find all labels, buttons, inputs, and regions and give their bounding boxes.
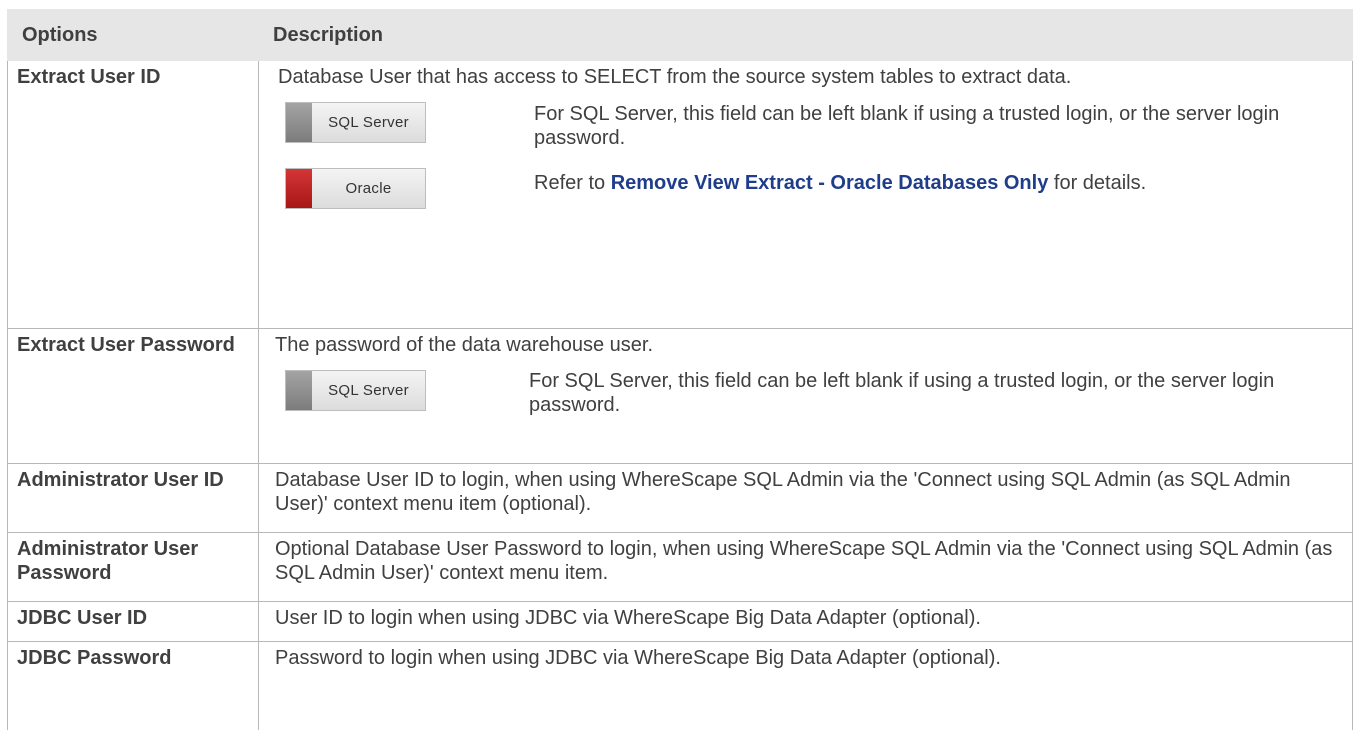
sql-server-note: SQL Server For SQL Server, this field ca… (278, 102, 1342, 168)
option-description: User ID to login when using JDBC via Whe… (259, 602, 1353, 642)
option-name: Administrator User ID (8, 464, 259, 533)
oracle-badge-icon: Oracle (285, 168, 426, 209)
oracle-reference-link[interactable]: Remove View Extract - Oracle Databases O… (611, 172, 1049, 194)
oracle-badge-label: Oracle (312, 169, 425, 208)
sql-server-note-text: For SQL Server, this field can be left b… (529, 369, 1309, 417)
oracle-swatch (286, 169, 312, 208)
option-description: The password of the data warehouse user. (275, 333, 1342, 357)
header-description: Description (259, 10, 1353, 61)
oracle-note-text: Refer to Remove View Extract - Oracle Da… (534, 171, 1314, 195)
table-row: Administrator User Password Optional Dat… (8, 533, 1353, 602)
sql-server-badge-label: SQL Server (312, 371, 425, 410)
option-name: Extract User ID (8, 61, 259, 329)
option-description: Database User ID to login, when using Wh… (259, 464, 1353, 533)
sql-server-swatch (286, 371, 312, 410)
table-row: Extract User Password The password of th… (8, 329, 1353, 464)
table-row: JDBC User ID User ID to login when using… (8, 602, 1353, 642)
oracle-note-suffix: for details. (1048, 172, 1146, 194)
sql-server-note-text: For SQL Server, this field can be left b… (534, 102, 1314, 150)
header-options: Options (8, 10, 259, 61)
option-description: Optional Database User Password to login… (259, 533, 1353, 602)
option-name: JDBC Password (8, 642, 259, 730)
oracle-note-prefix: Refer to (534, 172, 611, 194)
option-description: Database User that has access to SELECT … (278, 65, 1342, 89)
sql-server-swatch (286, 103, 312, 142)
option-description-cell: The password of the data warehouse user.… (259, 329, 1353, 464)
table-header-row: Options Description (8, 10, 1353, 61)
sql-server-badge-icon: SQL Server (285, 102, 426, 143)
oracle-note: Oracle Refer to Remove View Extract - Or… (278, 168, 1342, 228)
option-name: Administrator User Password (8, 533, 259, 602)
sql-server-note: SQL Server For SQL Server, this field ca… (275, 370, 1342, 430)
option-description: Password to login when using JDBC via Wh… (259, 642, 1353, 730)
table-row: Extract User ID Database User that has a… (8, 61, 1353, 329)
options-table: Options Description Extract User ID Data… (7, 9, 1353, 730)
option-name: Extract User Password (8, 329, 259, 464)
option-name: JDBC User ID (8, 602, 259, 642)
option-description-cell: Database User that has access to SELECT … (259, 61, 1353, 329)
sql-server-badge-icon: SQL Server (285, 370, 426, 411)
table-row: JDBC Password Password to login when usi… (8, 642, 1353, 730)
table-row: Administrator User ID Database User ID t… (8, 464, 1353, 533)
sql-server-badge-label: SQL Server (312, 103, 425, 142)
